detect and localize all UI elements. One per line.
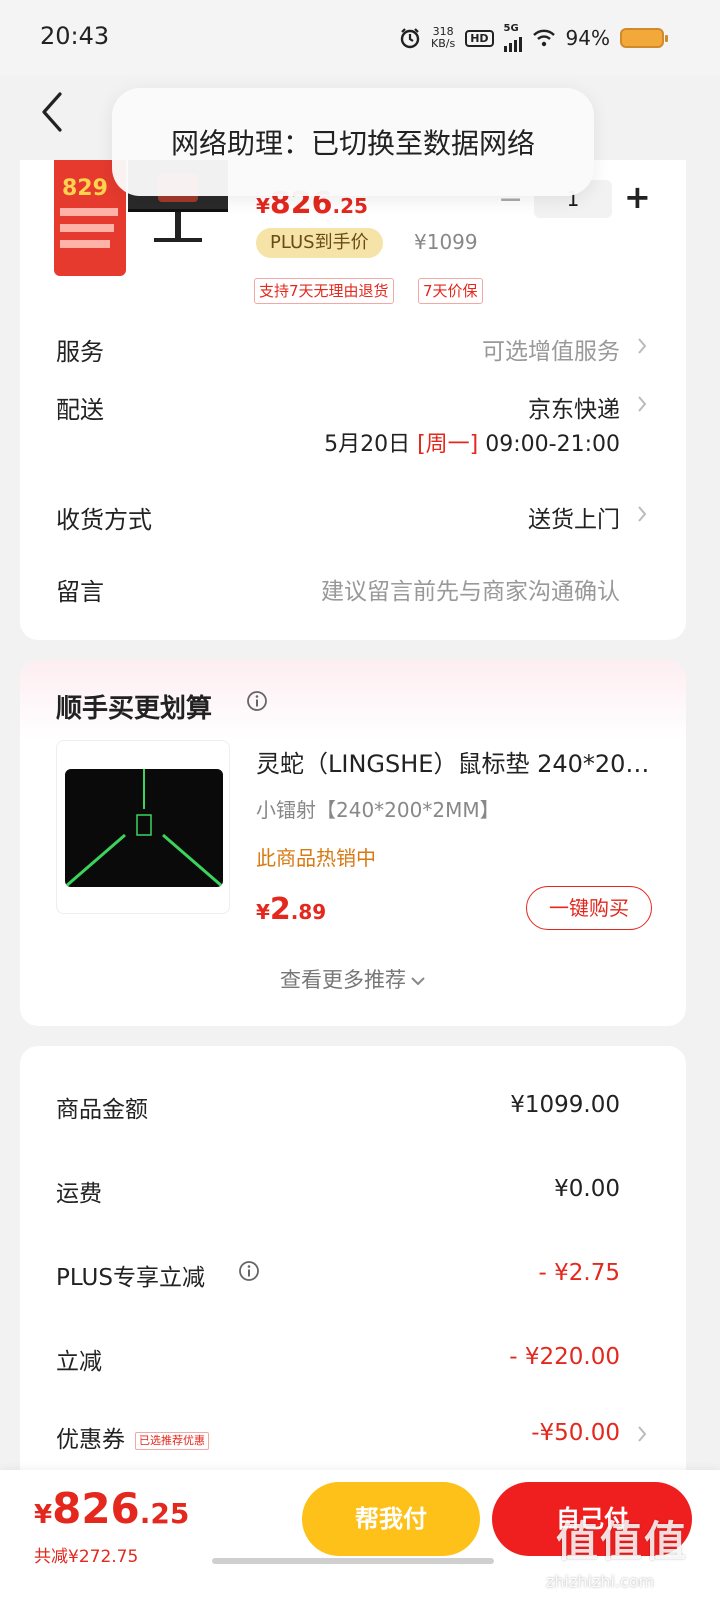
promo-image-price: 829	[62, 176, 108, 201]
original-price: ¥1099	[414, 230, 478, 254]
help-pay-button[interactable]: 帮我付	[302, 1482, 480, 1556]
alarm-icon	[400, 28, 420, 49]
coupon-label-text: 优惠券	[56, 1427, 125, 1453]
quantity-increase-button[interactable]: +	[624, 178, 651, 216]
back-arrow-icon[interactable]	[38, 90, 68, 134]
service-value: 可选增值服务	[482, 339, 620, 365]
hd-badge: HD	[465, 29, 494, 47]
battery-percent: 94%	[565, 26, 610, 50]
signal-icon: 5G	[503, 23, 522, 52]
chevron-right-icon	[638, 338, 647, 354]
chevron-right-icon	[638, 506, 647, 522]
message-input[interactable]: 建议留言前先与商家沟通确认	[321, 572, 620, 606]
status-icons: 318 KB/s HD 5G 94%	[399, 23, 668, 52]
battery-icon	[620, 28, 668, 48]
delivery-label: 配送	[56, 396, 104, 424]
coupon-label: 优惠券 已选推荐优惠	[56, 1420, 209, 1454]
price-decimal: .25	[332, 194, 368, 218]
recommend-card: 顺手买更划算 灵蛇（LINGSHE）鼠标垫 240*200*2MM 小镭射【24…	[20, 660, 686, 1026]
net-speed: 318 KB/s	[431, 26, 455, 50]
price-integer: 2	[269, 892, 291, 927]
more-recommend-label: 查看更多推荐	[280, 968, 406, 992]
message-label: 留言	[56, 578, 104, 606]
recommend-title: 顺手买更划算	[56, 694, 213, 724]
recommend-item-spec: 小镭射【240*200*2MM】	[256, 798, 500, 822]
plus-price-badge: PLUS到手价	[256, 228, 383, 258]
recommend-item-name[interactable]: 灵蛇（LINGSHE）鼠标垫 240*200*2MM	[256, 744, 656, 779]
mousepad-image[interactable]	[56, 740, 230, 914]
wifi-icon	[532, 29, 555, 47]
home-indicator[interactable]	[212, 1558, 494, 1564]
delivery-time: 5月20日 [周一] 09:00-21:00	[324, 426, 620, 458]
watermark-logo: 值值值	[556, 1517, 689, 1566]
more-recommend-link[interactable]: 查看更多推荐	[20, 964, 686, 994]
price-currency: ¥	[256, 194, 270, 218]
receive-method-label: 收货方式	[56, 506, 152, 534]
price-decimal: .89	[290, 900, 327, 924]
price-currency: ¥	[34, 1500, 53, 1530]
price-summary-card: 商品金额 ¥1099.00 运费 ¥0.00 PLUS专享立减 - ¥2.75 …	[20, 1046, 686, 1516]
total-price: ¥826.25	[34, 1484, 189, 1533]
service-label: 服务	[56, 338, 104, 366]
goods-amount-label: 商品金额	[56, 1097, 148, 1123]
price-currency: ¥	[256, 900, 270, 924]
price-integer: 826	[52, 1484, 140, 1533]
status-bar: 20:43 318 KB/s HD 5G 94%	[0, 0, 720, 75]
price-decimal: .25	[139, 1497, 190, 1530]
shipping-value: ¥0.00	[554, 1176, 620, 1202]
net-speed-unit: KB/s	[431, 37, 456, 50]
coupon-value: -¥50.00	[531, 1420, 620, 1446]
return-policy-tag: 支持7天无理由退货	[254, 278, 394, 304]
delivery-date: 5月20日	[324, 432, 418, 457]
network-toast: 网络助理：已切换至数据网络	[112, 88, 594, 196]
instant-discount-value: - ¥220.00	[509, 1344, 620, 1370]
recommend-price: ¥2.89	[256, 892, 326, 927]
watermark-url: zhizhizhi.com	[546, 1572, 655, 1591]
mousepad-graphic	[65, 769, 223, 887]
product-card: 829 ¥826.25 − 1 + PLUS到手价 ¥1099 支持7天无理由退…	[20, 160, 686, 640]
plus-discount-value: - ¥2.75	[538, 1260, 620, 1286]
chevron-right-icon	[638, 1426, 647, 1442]
info-icon[interactable]	[238, 1260, 260, 1282]
price-protect-tag: 7天价保	[418, 278, 483, 304]
delivery-hours: 09:00-21:00	[478, 432, 620, 457]
total-saving: 共减¥272.75	[34, 1547, 139, 1567]
delivery-value: 京东快递	[528, 397, 620, 423]
plus-discount-label: PLUS专享立减	[56, 1265, 205, 1291]
recommend-hot-label: 此商品热销中	[256, 846, 376, 870]
instant-discount-label: 立减	[56, 1349, 102, 1375]
chevron-right-icon	[638, 396, 647, 412]
goods-amount-value: ¥1099.00	[510, 1092, 620, 1118]
info-icon[interactable]	[246, 690, 268, 712]
coupon-selected-tag: 已选推荐优惠	[135, 1431, 209, 1450]
delivery-weekday: [周一]	[417, 432, 479, 457]
receive-method-value: 送货上门	[528, 507, 620, 533]
network-type: 5G	[503, 23, 519, 34]
shipping-label: 运费	[56, 1181, 102, 1207]
chevron-down-icon	[411, 977, 425, 986]
one-click-buy-button[interactable]: 一键购买	[526, 886, 652, 930]
status-time: 20:43	[40, 22, 110, 50]
